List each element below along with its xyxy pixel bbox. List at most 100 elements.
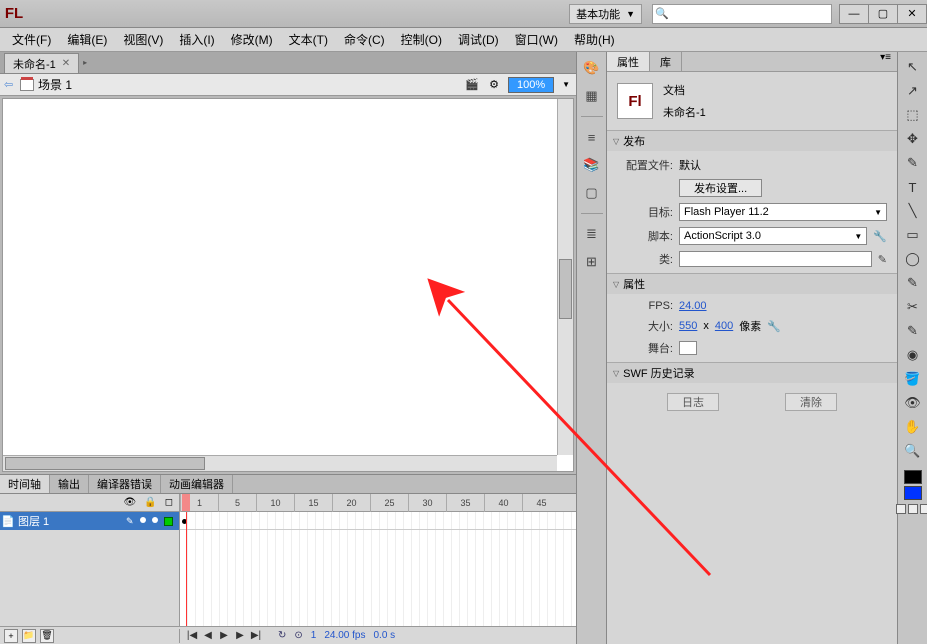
pencil-tool-icon[interactable]: ✎ [901,272,925,294]
fps-value[interactable]: 24.00 [679,300,707,312]
menu-text[interactable]: 文本(T) [281,30,336,50]
align-panel-icon[interactable]: ▦ [582,86,602,106]
deco-tool-icon[interactable]: ✎ [901,320,925,342]
vertical-scrollbar[interactable] [557,99,573,455]
menu-control[interactable]: 控制(O) [393,30,450,50]
horizontal-scrollbar[interactable] [3,455,557,471]
hand-tool-icon[interactable]: ✋ [901,416,925,438]
eye-icon[interactable]: 👁 [124,497,137,508]
new-folder-button[interactable]: 📁 [22,629,36,643]
prev-frame-button[interactable]: ◀ [202,630,214,641]
free-transform-tool-icon[interactable]: ⬚ [901,104,925,126]
section-swf-header[interactable]: ▽ SWF 历史记录 [607,363,897,383]
playhead[interactable] [182,494,190,511]
tab-motion-editor[interactable]: 动画编辑器 [161,475,233,493]
delete-layer-button[interactable]: 🗑 [40,629,54,643]
oval-tool-icon[interactable]: ◯ [901,248,925,270]
search-input[interactable] [671,8,831,20]
height-value[interactable]: 400 [715,320,733,332]
script-combo[interactable]: ActionScript 3.0 ▼ [679,227,867,245]
menu-window[interactable]: 窗口(W) [507,30,566,50]
no-color-icon[interactable] [908,504,918,514]
frame-row[interactable] [180,512,576,530]
section-properties-header[interactable]: ▽ 属性 [607,274,897,294]
wrench-icon[interactable]: 🔧 [873,230,887,243]
panel-menu-icon[interactable]: ▾≡ [874,52,897,71]
fill-color-swatch[interactable] [904,486,922,500]
layer-row[interactable]: 📄 图层 1 ✎ [0,512,179,530]
class-input[interactable] [679,251,872,267]
wrench-icon[interactable]: 🔧 [767,320,781,333]
outline-icon[interactable]: ◻ [165,497,173,508]
library-panel-icon[interactable]: 📚 [582,155,602,175]
swf-log-button[interactable]: 日志 [667,393,719,411]
next-frame-button[interactable]: ▶ [234,630,246,641]
frame-ruler[interactable]: 1 5 10 15 20 25 30 35 40 45 [180,494,576,511]
lock-icon[interactable]: 🔒 [144,497,156,508]
first-frame-button[interactable]: |◀ [186,630,198,641]
swap-colors-icon[interactable] [920,504,927,514]
menu-modify[interactable]: 修改(M) [223,30,281,50]
menu-insert[interactable]: 插入(I) [171,30,222,50]
eyedropper-tool-icon[interactable]: 👁 [901,392,925,414]
onion-skin-icon[interactable]: ⊙ [294,630,302,641]
doc-tab-active[interactable]: 未命名-1 ✕ [4,53,79,73]
pencil-icon[interactable]: ✎ [878,253,887,266]
layer-name[interactable]: 图层 1 [16,513,126,529]
menu-file[interactable]: 文件(F) [4,30,59,50]
menu-view[interactable]: 视图(V) [115,30,171,50]
loop-icon[interactable]: ↻ [278,630,286,641]
close-button[interactable]: ✕ [897,4,927,24]
play-button[interactable]: ▶ [218,630,230,641]
close-icon[interactable]: ✕ [62,58,70,69]
menu-help[interactable]: 帮助(H) [566,30,623,50]
stage-canvas[interactable] [2,98,574,472]
line-tool-icon[interactable]: ╲ [901,200,925,222]
layer-outline-swatch[interactable] [164,517,173,526]
current-frame[interactable]: 1 [311,630,317,641]
menu-command[interactable]: 命令(C) [336,30,393,50]
lasso-tool-icon[interactable]: ✥ [901,128,925,150]
brush-tool-icon[interactable]: ✂ [901,296,925,318]
minimize-button[interactable]: — [839,4,869,24]
swatches-panel-icon[interactable]: 🎨 [582,58,602,78]
publish-settings-button[interactable]: 发布设置... [679,179,762,197]
new-layer-button[interactable]: + [4,629,18,643]
layer-visibility-dot[interactable] [140,517,146,523]
maximize-button[interactable]: ▢ [868,4,898,24]
keyframe[interactable] [182,515,188,527]
workspace-switcher[interactable]: 基本功能 ▼ [569,4,642,24]
target-combo[interactable]: Flash Player 11.2 ▼ [679,203,887,221]
zoom-dropdown-icon[interactable]: ▼ [560,80,572,89]
menu-debug[interactable]: 调试(D) [450,30,507,50]
width-value[interactable]: 550 [679,320,697,332]
bw-swap-icon[interactable] [896,504,906,514]
tab-compiler-errors[interactable]: 编译器错误 [89,475,161,493]
edit-symbol-icon[interactable]: ⚙ [486,77,502,93]
frame-rate[interactable]: 24.00 fps [324,630,365,641]
back-arrow-icon[interactable]: ⇦ [4,78,20,91]
stage-color-swatch[interactable] [679,341,697,355]
last-frame-button[interactable]: ▶| [250,630,262,641]
actions-panel-icon[interactable]: ⊞ [582,252,602,272]
bone-tool-icon[interactable]: ◉ [901,344,925,366]
tab-library[interactable]: 库 [650,52,682,71]
tab-timeline[interactable]: 时间轴 [0,475,50,493]
components-panel-icon[interactable]: ≣ [582,224,602,244]
menu-edit[interactable]: 编辑(E) [59,30,115,50]
info-panel-icon[interactable]: ≡ [582,127,602,147]
subselection-tool-icon[interactable]: ↗ [901,80,925,102]
tab-output[interactable]: 输出 [50,475,89,493]
swf-clear-button[interactable]: 清除 [785,393,837,411]
section-publish-header[interactable]: ▽ 发布 [607,131,897,151]
rectangle-tool-icon[interactable]: ▭ [901,224,925,246]
paint-bucket-tool-icon[interactable]: 🪣 [901,368,925,390]
zoom-field[interactable]: 100% [508,77,554,93]
help-search[interactable]: 🔍 [652,4,832,24]
tab-properties[interactable]: 属性 [607,52,650,71]
layer-lock-dot[interactable] [152,517,158,523]
tab-menu-icon[interactable]: ▸ [83,58,87,67]
edit-scene-icon[interactable]: 🎬 [464,77,480,93]
frame-area[interactable] [180,512,576,626]
zoom-tool-icon[interactable]: 🔍 [901,440,925,462]
